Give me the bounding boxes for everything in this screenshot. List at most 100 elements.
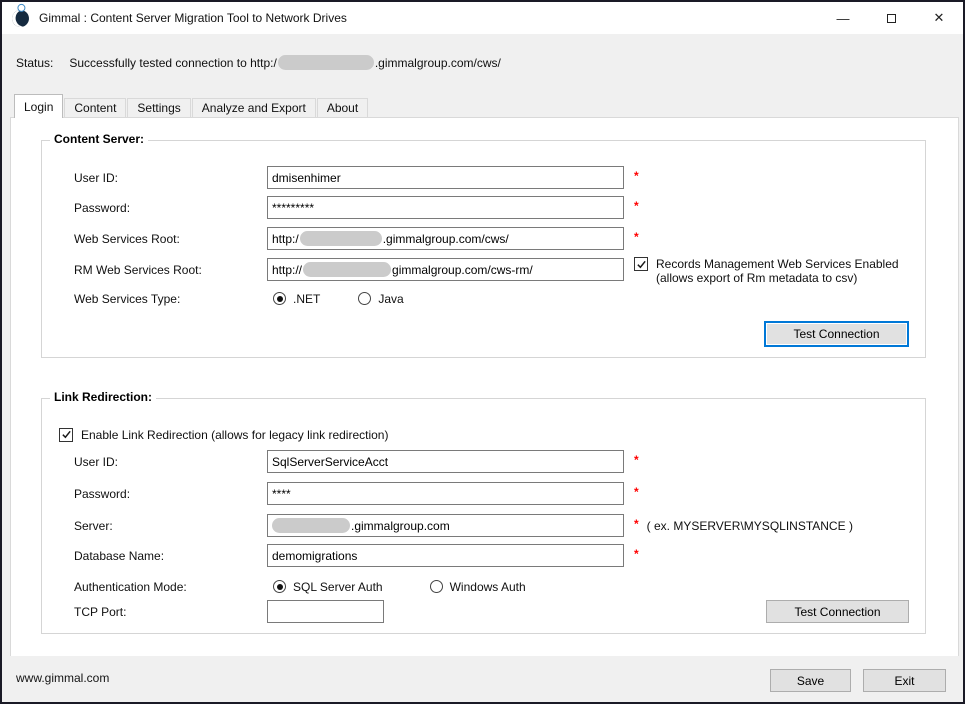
rm-checkbox-line2: (allows export of Rm metadata to csv) <box>656 271 858 285</box>
required-marker: * <box>634 452 639 467</box>
link-redirection-groupbox: Link Redirection: Enable Link Redirectio… <box>41 390 926 634</box>
lr-user-id-row: User ID: * <box>42 450 925 473</box>
rm-enabled-checkbox-block[interactable]: Records Management Web Services Enabled … <box>634 257 934 285</box>
check-icon <box>636 260 646 268</box>
enable-link-redirection-label: Enable Link Redirection (allows for lega… <box>81 427 389 442</box>
footer: www.gimmal.com Save Exit <box>2 656 963 702</box>
lr-user-id-label: User ID: <box>74 454 119 469</box>
status-row: Status: Successfully tested connection t… <box>16 55 501 70</box>
radio-dotnet-label: .NET <box>293 291 321 306</box>
ws-root-prefix: http:/ <box>272 231 299 246</box>
tab-content[interactable]: Content <box>64 98 127 117</box>
minimize-icon: — <box>836 10 850 26</box>
lr-database-row: Database Name: * <box>42 544 925 567</box>
lr-auth-mode-row: Authentication Mode: SQL Server Auth Win… <box>42 575 925 598</box>
lr-tcp-port-label: TCP Port: <box>74 604 127 619</box>
radio-windows-auth[interactable]: Windows Auth <box>429 579 526 594</box>
rm-ws-root-prefix: http:// <box>272 262 303 277</box>
lr-database-label: Database Name: <box>74 548 165 563</box>
status-text: Successfully tested connection to http:/… <box>69 55 501 70</box>
required-marker: * <box>634 546 639 561</box>
test-connection-button-content-server[interactable]: Test Connection <box>764 321 909 347</box>
radio-windows-auth-label: Windows Auth <box>449 579 526 594</box>
web-services-type-label: Web Services Type: <box>74 291 181 306</box>
radio-unselected-icon <box>429 580 443 593</box>
tab-login[interactable]: Login <box>14 94 64 118</box>
lr-password-input[interactable] <box>267 482 624 505</box>
radio-unselected-icon <box>358 292 372 305</box>
tab-control: Login Content Settings Analyze and Expor… <box>10 94 959 657</box>
lr-user-id-input[interactable] <box>267 450 624 473</box>
required-marker: * <box>634 484 639 499</box>
save-button[interactable]: Save <box>770 669 851 692</box>
redacted-hostname <box>299 231 382 246</box>
login-tab-page: Content Server: User ID: * Password: * W… <box>10 117 959 657</box>
maximize-icon <box>886 13 896 23</box>
required-marker: * <box>634 516 639 531</box>
web-services-root-input[interactable]: http:/ .gimmalgroup.com/cws/ <box>267 227 624 250</box>
lr-server-suffix: .gimmalgroup.com <box>351 518 450 533</box>
lr-auth-mode-label: Authentication Mode: <box>74 579 187 594</box>
radio-sql-auth-label: SQL Server Auth <box>293 579 383 594</box>
web-services-root-label: Web Services Root: <box>74 231 180 246</box>
required-marker: * <box>634 168 639 183</box>
redacted-hostname <box>272 518 350 533</box>
close-button[interactable]: ✕ <box>915 2 963 34</box>
link-redirection-title: Link Redirection: <box>50 390 157 404</box>
enable-link-redirection-row: Enable Link Redirection (allows for lega… <box>42 423 925 446</box>
radio-dotnet[interactable]: .NET <box>273 292 320 306</box>
enable-link-redirection-checkbox[interactable] <box>59 427 73 442</box>
titlebar: Gimmal : Content Server Migration Tool t… <box>2 2 963 34</box>
lr-server-input[interactable]: .gimmalgroup.com <box>267 514 624 537</box>
redacted-hostname <box>277 55 374 70</box>
rm-web-services-root-label: RM Web Services Root: <box>74 262 202 277</box>
enable-link-redirection-checkbox-item[interactable]: Enable Link Redirection (allows for lega… <box>59 427 389 442</box>
radio-sql-server-auth[interactable]: SQL Server Auth <box>273 580 383 594</box>
lr-database-input[interactable] <box>267 544 624 567</box>
redacted-hostname <box>303 262 392 277</box>
radio-java[interactable]: Java <box>358 291 404 306</box>
tab-strip: Login Content Settings Analyze and Expor… <box>10 94 959 118</box>
tab-analyze-and-export[interactable]: Analyze and Export <box>191 98 316 117</box>
window-controls: — ✕ <box>819 2 963 34</box>
window-title: Gimmal : Content Server Migration Tool t… <box>39 11 347 25</box>
rm-ws-root-suffix: gimmalgroup.com/cws-rm/ <box>392 262 533 277</box>
lr-tcp-port-input[interactable] <box>267 600 384 623</box>
content-server-title: Content Server: <box>50 132 149 146</box>
rm-enabled-checkbox[interactable] <box>634 257 648 271</box>
lr-password-row: Password: * <box>42 482 925 505</box>
user-id-label: User ID: <box>74 170 119 185</box>
password-row: Password: * <box>42 196 925 219</box>
required-marker: * <box>634 229 639 244</box>
close-icon: ✕ <box>933 10 945 25</box>
ws-root-suffix: .gimmalgroup.com/cws/ <box>382 231 509 246</box>
web-services-root-row: Web Services Root: http:/ .gimmalgroup.c… <box>42 227 925 250</box>
password-label: Password: <box>74 200 131 215</box>
lr-server-label: Server: <box>74 518 113 533</box>
app-window: Gimmal : Content Server Migration Tool t… <box>0 0 965 704</box>
radio-java-label: Java <box>378 291 404 306</box>
status-label: Status: <box>16 55 54 70</box>
tab-settings[interactable]: Settings <box>127 98 191 117</box>
lr-password-label: Password: <box>74 486 131 501</box>
tab-about[interactable]: About <box>316 98 369 117</box>
required-marker: * <box>634 198 639 213</box>
user-id-row: User ID: * <box>42 166 925 189</box>
rm-web-services-root-input[interactable]: http:// gimmalgroup.com/cws-rm/ <box>267 258 624 281</box>
web-services-type-row: Web Services Type: .NET Java <box>42 287 925 310</box>
gimmal-logo-icon <box>8 6 33 30</box>
rm-enabled-checkbox-label: Records Management Web Services Enabled … <box>656 257 899 285</box>
password-input[interactable] <box>267 196 624 219</box>
status-text-prefix: Successfully tested connection to http:/ <box>69 55 277 70</box>
test-connection-button-link-redirection[interactable]: Test Connection <box>766 600 909 623</box>
exit-button[interactable]: Exit <box>863 669 946 692</box>
radio-selected-icon <box>273 580 286 593</box>
status-text-suffix: .gimmalgroup.com/cws/ <box>374 55 501 70</box>
maximize-button[interactable] <box>867 2 915 34</box>
website-label: www.gimmal.com <box>16 671 110 685</box>
minimize-button[interactable]: — <box>819 2 867 34</box>
server-example-hint: ( ex. MYSERVER\MYSQLINSTANCE ) <box>646 518 853 533</box>
check-icon <box>61 430 71 439</box>
user-id-input[interactable] <box>267 166 624 189</box>
content-server-groupbox: Content Server: User ID: * Password: * W… <box>41 132 926 358</box>
